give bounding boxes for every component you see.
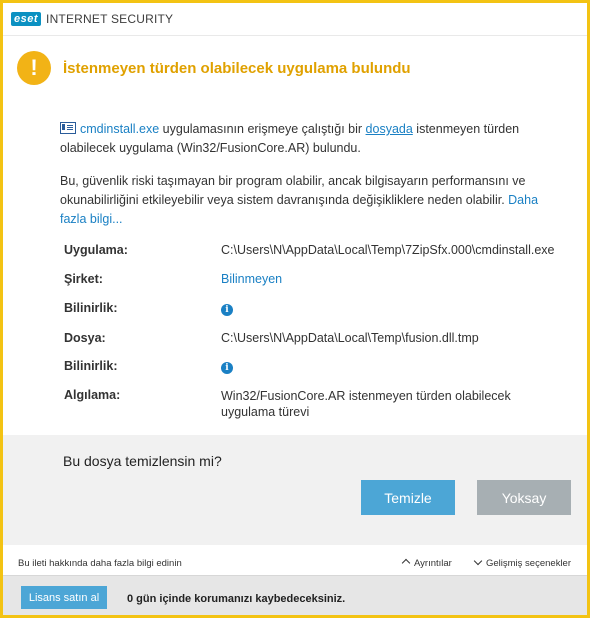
product-name: INTERNET SECURITY [46,12,174,26]
action-area: Bu dosya temizlensin mi? Temizle Yoksay [3,435,587,545]
detail-row-company: Şirket: Bilinmeyen [60,272,567,301]
alert-content: cmdinstall.exe uygulamasının erişmeye ça… [3,100,587,420]
description-paragraph-1: cmdinstall.exe uygulamasının erişmeye ça… [60,120,567,158]
description-text-3: Bu, güvenlik riski taşımayan bir program… [60,174,526,207]
license-bar: Lisans satın al 0 gün içinde korumanızı … [3,575,587,615]
application-value: C:\Users\N\AppData\Local\Temp\7ZipSfx.00… [221,243,555,257]
license-message: 0 gün içinde korumanızı kaybedeceksiniz. [127,593,346,605]
alert-title: İstenmeyen türden olabilecek uygulama bu… [63,59,411,77]
advanced-options-label: Gelişmiş seçenekler [486,558,571,569]
reputation-label-2: Bilinirlik: [64,359,118,373]
clean-button[interactable]: Temizle [361,480,455,515]
buy-license-button[interactable]: Lisans satın al [21,586,107,609]
info-icon-2[interactable]: i [221,362,233,374]
description-text-1: uygulamasının erişmeye çalıştığı bir [159,122,366,136]
ignore-button[interactable]: Yoksay [477,480,571,515]
file-label: Dosya: [64,331,106,345]
file-link[interactable]: dosyada [366,122,413,136]
info-icon[interactable]: i [221,304,233,316]
chevron-down-icon [473,556,483,566]
detail-row-reputation: Bilinirlik: i [60,301,567,331]
alert-description: cmdinstall.exe uygulamasının erişmeye ça… [60,120,567,229]
detail-row-reputation-2: Bilinirlik: i [60,359,567,388]
clean-question: Bu dosya temizlensin mi? [63,453,222,469]
detail-row-application: Uygulama: C:\Users\N\AppData\Local\Temp\… [60,243,567,272]
advanced-options-toggle[interactable]: Gelişmiş seçenekler [473,556,571,569]
details-toggle-label: Ayrıntılar [414,558,452,569]
reputation-label: Bilinirlik: [64,301,118,315]
warning-icon: ! [17,51,51,85]
detection-details: Uygulama: C:\Users\N\AppData\Local\Temp\… [60,243,567,420]
alert-footer: Bu ileti hakkında daha fazla bilgi edini… [3,545,587,575]
eset-alert-window: eset INTERNET SECURITY ! İstenmeyen türd… [0,0,590,618]
application-file-link[interactable]: cmdinstall.exe [80,122,159,136]
detection-value: Win32/FusionCore.AR istenmeyen türden ol… [221,389,511,419]
application-label: Uygulama: [64,243,128,257]
detail-row-detection: Algılama: Win32/FusionCore.AR istenmeyen… [60,388,567,420]
details-toggle[interactable]: Ayrıntılar [401,558,452,569]
application-file-icon [60,122,76,134]
more-info-footer-link[interactable]: Bu ileti hakkında daha fazla bilgi edini… [18,558,182,569]
detail-row-file: Dosya: C:\Users\N\AppData\Local\Temp\fus… [60,331,567,359]
company-value-link[interactable]: Bilinmeyen [221,272,282,286]
alert-header: ! İstenmeyen türden olabilecek uygulama … [3,35,587,100]
chevron-up-icon [401,558,411,568]
eset-logo: eset [11,12,42,26]
file-value: C:\Users\N\AppData\Local\Temp\fusion.dll… [221,331,479,345]
title-bar: eset INTERNET SECURITY [3,3,587,35]
description-paragraph-2: Bu, güvenlik riski taşımayan bir program… [60,172,567,229]
company-label: Şirket: [64,272,103,286]
detection-label: Algılama: [64,388,121,402]
